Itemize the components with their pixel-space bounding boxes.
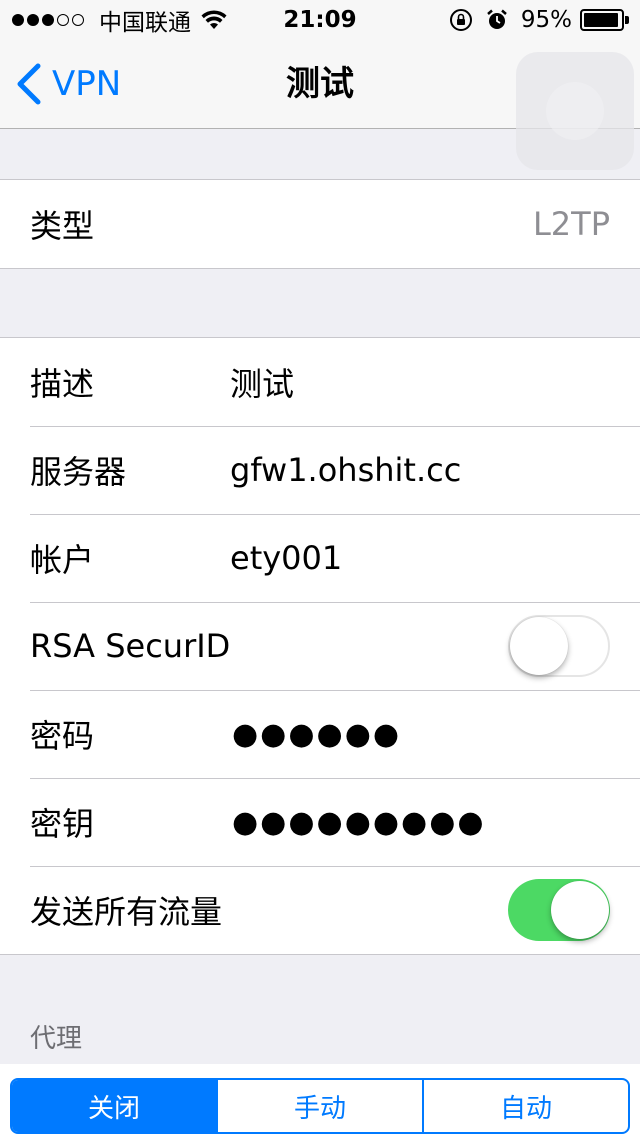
secret-row[interactable]: 密钥 ●●●●●●●●●: [0, 778, 640, 866]
status-bar: 中国联通 21:09 95%: [0, 0, 640, 40]
rsa-securid-toggle[interactable]: [508, 615, 610, 677]
type-row[interactable]: 类型 L2TP: [0, 180, 640, 268]
alarm-icon: [487, 9, 507, 29]
status-right: 95%: [449, 0, 630, 40]
proxy-segmented-control: 关闭 手动 自动: [10, 1078, 630, 1134]
password-row[interactable]: 密码 ●●●●●●: [0, 690, 640, 778]
battery-percentage: 95%: [520, 7, 572, 33]
account-label: 帐户: [30, 541, 95, 579]
type-group: 类型 L2TP: [0, 179, 640, 269]
assistive-touch-button[interactable]: [516, 52, 634, 170]
rsa-securid-row: RSA SecurID: [0, 602, 640, 690]
type-value: L2TP: [532, 205, 610, 243]
rotation-lock-icon: [449, 9, 472, 31]
proxy-option-auto[interactable]: 自动: [422, 1080, 628, 1132]
password-field[interactable]: ●●●●●●: [232, 717, 401, 752]
send-all-traffic-row: 发送所有流量: [0, 866, 640, 954]
vpn-config-group: 描述 测试 服务器 gfw1.ohshit.cc 帐户 ety001 RSA S…: [0, 337, 640, 955]
server-label: 服务器: [30, 453, 127, 491]
description-row[interactable]: 描述 测试: [0, 338, 640, 426]
back-button[interactable]: VPN: [14, 40, 121, 128]
type-label: 类型: [30, 207, 95, 245]
rsa-securid-label: RSA SecurID: [30, 627, 231, 665]
server-row[interactable]: 服务器 gfw1.ohshit.cc: [0, 426, 640, 514]
description-field[interactable]: 测试: [230, 359, 294, 405]
back-button-label: VPN: [52, 64, 122, 104]
send-all-traffic-toggle[interactable]: [508, 879, 610, 941]
description-label: 描述: [30, 365, 95, 403]
proxy-option-off[interactable]: 关闭: [12, 1080, 216, 1132]
account-field[interactable]: ety001: [230, 539, 342, 577]
account-row[interactable]: 帐户 ety001: [0, 514, 640, 602]
toggle-knob: [510, 617, 568, 675]
secret-field[interactable]: ●●●●●●●●●: [232, 805, 486, 840]
server-field[interactable]: gfw1.ohshit.cc: [230, 451, 461, 489]
send-all-traffic-label: 发送所有流量: [30, 893, 223, 931]
chevron-left-icon: [17, 63, 41, 105]
toggle-knob: [551, 881, 609, 939]
battery-fill: [584, 13, 619, 27]
battery-icon: [580, 9, 630, 31]
secret-label: 密钥: [30, 805, 95, 843]
proxy-section-header: 代理: [30, 1024, 83, 1054]
proxy-option-manual[interactable]: 手动: [216, 1080, 422, 1132]
password-label: 密码: [30, 717, 95, 755]
